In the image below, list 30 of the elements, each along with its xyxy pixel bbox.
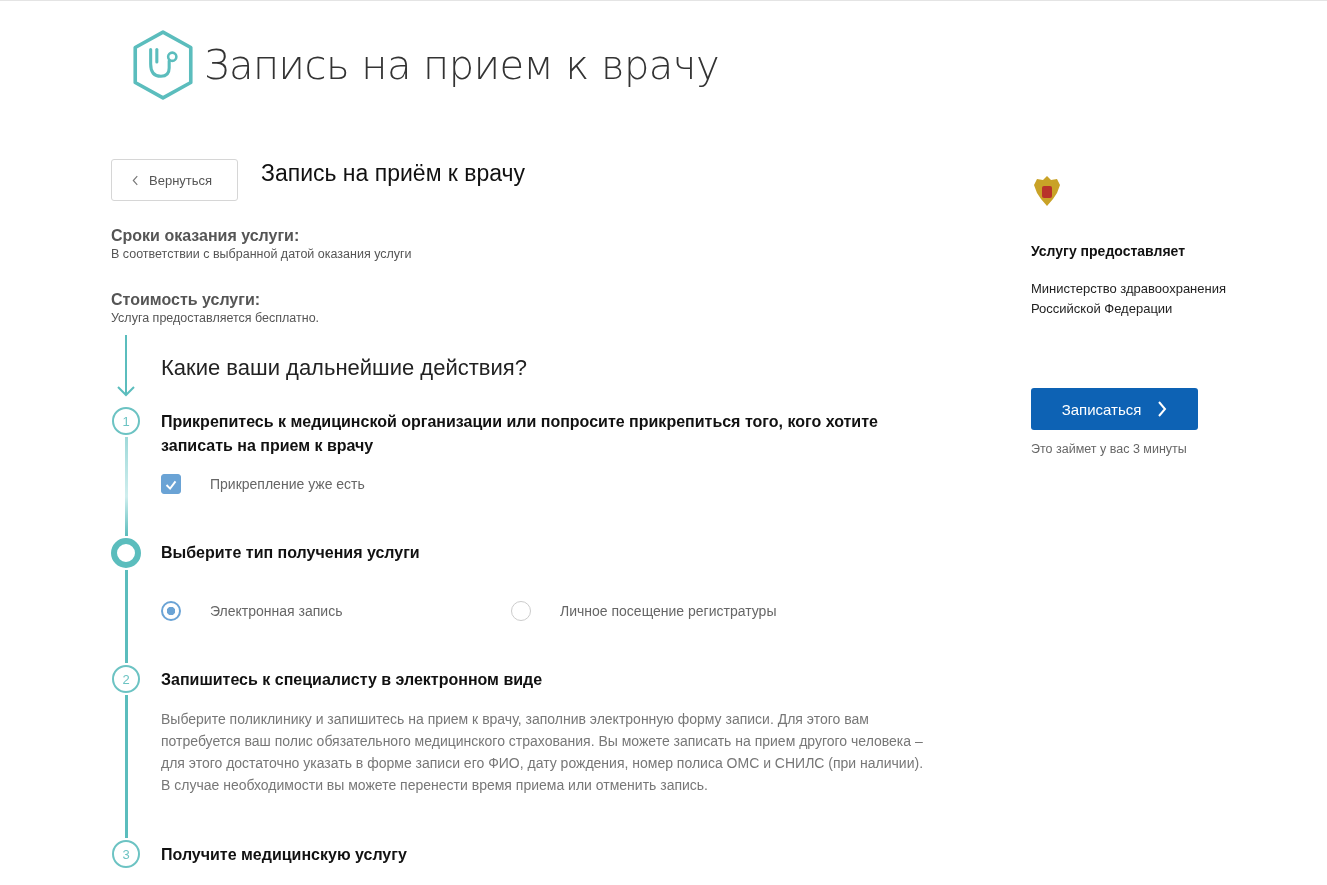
provider-name: Министерство здравоохранения Российской Федерации	[1031, 280, 1227, 318]
stethoscope-logo-icon	[130, 29, 196, 101]
step-title: Получите медицинскую услугу	[161, 845, 408, 865]
provider-label: Услугу предоставляет	[1031, 243, 1186, 259]
header-title: Запись на прием к врачу	[204, 42, 720, 88]
radio-button[interactable]	[161, 601, 181, 621]
sign-up-button[interactable]: Записаться	[1031, 388, 1198, 430]
step-title: Прикрепитесь к медицинской организации или попросите прикрепиться того, кого хотите записать на прием к врачу	[161, 412, 879, 456]
back-button[interactable]: Вернуться	[111, 159, 238, 201]
step-number: 3	[112, 840, 140, 868]
down-arrow-icon	[116, 335, 136, 397]
info-value: В соответствии с выбранной датой оказания услуги	[111, 247, 413, 261]
step-title: Запишитесь к специалисту в электронном виде	[161, 670, 544, 690]
checkbox-label: Прикрепление уже есть	[210, 476, 365, 492]
page-title: Запись на приём к врачу	[261, 159, 526, 187]
step-description: Выберите поликлинику и запишитесь на прием к врачу, заполнив электронную форму записи. Для этого вам потребуется ваш полис обязательного медицинского страхования. Вы можете записать на прием другого человека – для этого достаточно указать в форме записи его ФИО, дату рождения, номер полиса ОМС и СНИЛС (при наличии). В случае необходимости вы можете перенести время приема или отменить запись.	[161, 710, 925, 795]
time-note: Это займет у вас 3 минуты	[1031, 442, 1187, 456]
info-label: Стоимость услуги:	[111, 291, 262, 309]
info-value: Услуга предоставляется бесплатно.	[111, 311, 321, 325]
step-number: 1	[112, 407, 140, 435]
radio-label: Личное посещение регистратуры	[560, 603, 777, 619]
step-number: 2	[112, 665, 140, 693]
steps-heading: Какие ваши дальнейшие действия?	[161, 355, 527, 381]
checkbox[interactable]	[161, 474, 181, 494]
chevron-left-icon	[132, 174, 139, 186]
current-step-marker	[111, 538, 141, 568]
info-label: Сроки оказания услуги:	[111, 227, 301, 245]
step-title: Выберите тип получения услуги	[161, 543, 421, 563]
chevron-right-icon	[1157, 401, 1168, 417]
radio-label: Электронная запись	[210, 603, 343, 619]
